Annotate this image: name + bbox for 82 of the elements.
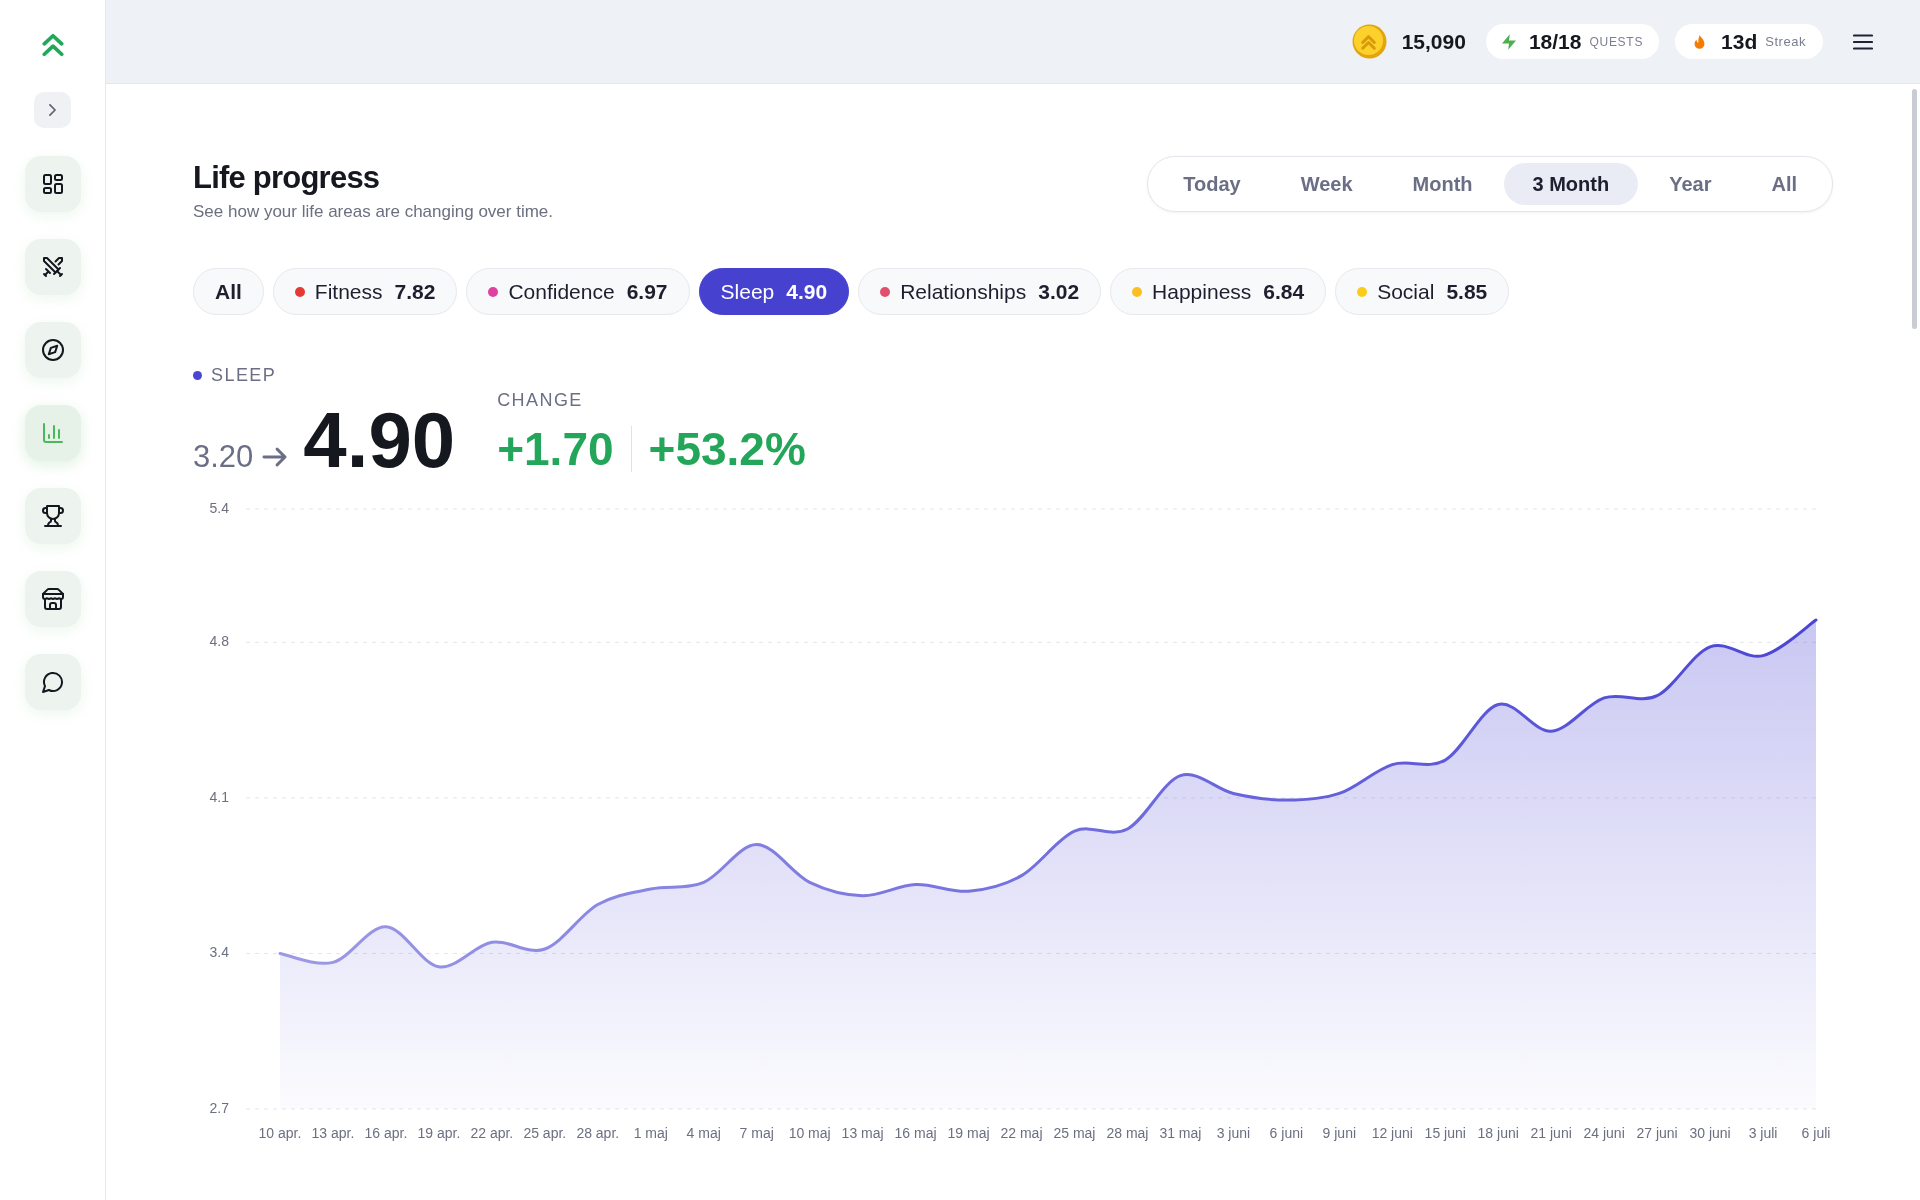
flame-icon [1694,34,1706,49]
x-axis-label: 1 maj [633,1124,668,1141]
x-axis-label: 3 juni [1216,1124,1251,1141]
menu-button[interactable] [1853,33,1873,50]
period-tab[interactable]: Month [1383,163,1502,205]
nav-button[interactable] [24,322,81,378]
x-axis-label: 27 juni [1636,1124,1678,1141]
crossed-swords-icon [41,256,64,278]
x-axis-label: 28 maj [1106,1124,1149,1141]
expand-button[interactable] [34,92,71,128]
nav-button[interactable] [24,654,81,710]
quests-pill[interactable]: 18/18 QUESTS [1485,24,1660,59]
area-chip[interactable]: Relationships 3.02 [858,268,1102,315]
x-axis-label: 4 maj [686,1124,721,1141]
x-axis-label: 3 juli [1748,1124,1778,1141]
x-axis-label: 13 maj [841,1124,884,1141]
x-axis-label: 16 maj [894,1124,937,1141]
y-axis-label: 3.4 [209,944,229,961]
area-chip[interactable]: Fitness 7.82 [272,268,458,315]
coin-count: 15,090 [1401,28,1466,55]
period-tab[interactable]: Week [1271,163,1382,205]
coin-icon [1351,24,1387,59]
change-value: +1.70 [497,426,614,472]
change-percent: +53.2% [648,426,806,472]
x-axis-label: 28 apr. [576,1124,620,1141]
logo-icon [41,33,64,57]
x-axis-label: 19 maj [947,1124,990,1141]
x-axis-label: 21 juni [1530,1124,1572,1141]
x-axis-label: 16 apr. [364,1124,408,1141]
area-chip[interactable]: Happiness 6.84 [1110,268,1327,315]
trophy-icon [41,505,64,527]
y-axis-label: 4.1 [209,788,229,805]
current-value: 4.90 [303,401,456,479]
x-axis-label: 25 maj [1053,1124,1096,1141]
chat-bubble-icon [41,671,64,693]
page-subtitle: See how your life areas are changing over time. [193,201,554,223]
x-axis-label: 31 maj [1159,1124,1202,1141]
x-axis-label: 15 juni [1424,1124,1466,1141]
area-chip[interactable]: Sleep 4.90 [698,268,850,315]
x-axis-label: 6 juni [1269,1124,1304,1141]
x-axis-label: 22 apr. [470,1124,514,1141]
compass-icon [41,339,64,361]
streak-pill[interactable]: 13d Streak [1675,24,1823,59]
nav-button[interactable] [24,156,81,212]
metric-label: SLEEP [211,364,277,387]
area-chip[interactable]: All [193,268,264,315]
area-chip[interactable]: Confidence 6.97 [466,268,690,315]
nav-button[interactable] [24,488,81,544]
area-chip[interactable]: Social 5.85 [1335,268,1510,315]
x-axis-label: 18 juni [1477,1124,1519,1141]
x-axis-label: 7 maj [739,1124,774,1141]
x-axis-label: 10 apr. [258,1124,302,1141]
start-value: 3.20 [193,441,254,472]
store-icon [41,588,64,610]
period-tab[interactable]: 3 Month [1503,163,1639,205]
period-tab[interactable]: Today [1154,163,1270,205]
x-axis-label: 25 apr. [523,1124,567,1141]
period-tab[interactable]: Year [1640,163,1741,205]
x-axis-label: 22 maj [1000,1124,1043,1141]
x-axis-label: 10 maj [788,1124,831,1141]
x-axis-label: 6 juli [1801,1124,1831,1141]
chevron-right-icon [49,104,56,116]
menu-icon [1853,33,1873,50]
scrollbar-thumb[interactable] [1912,89,1917,329]
x-axis-label: 19 apr. [417,1124,461,1141]
x-axis-label: 12 juni [1371,1124,1413,1141]
y-axis-label: 4.8 [209,633,229,650]
page-title: Life progress [193,160,381,196]
nav-button[interactable] [24,239,81,295]
y-axis-label: 2.7 [209,1099,229,1116]
bar-chart-icon [41,422,64,444]
arrow-right-icon [262,447,288,467]
x-axis-label: 24 juni [1583,1124,1625,1141]
x-axis-label: 30 juni [1689,1124,1731,1141]
nav-button[interactable] [24,571,81,627]
lightning-icon [1501,33,1516,50]
x-axis-label: 9 juni [1322,1124,1357,1141]
x-axis-label: 13 apr. [311,1124,355,1141]
change-label: CHANGE [497,389,584,412]
y-axis-label: 5.4 [209,499,229,516]
dashboard-icon [41,173,64,195]
period-tab[interactable]: All [1742,163,1826,205]
